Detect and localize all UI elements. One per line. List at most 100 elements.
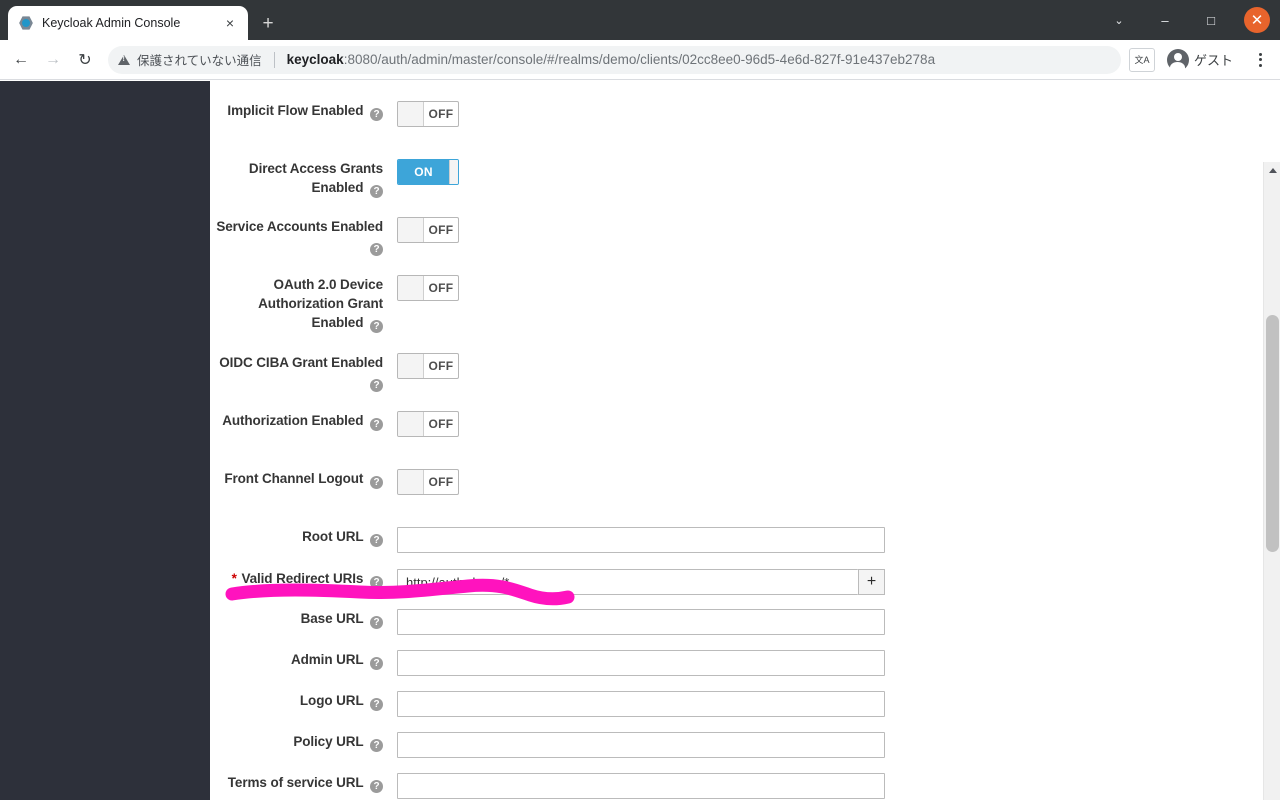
vertical-scrollbar[interactable] [1263,162,1280,800]
add-valid-redirect-uris-button[interactable]: + [858,569,885,595]
help-icon[interactable]: ? [370,476,383,489]
input-base-url[interactable] [397,609,885,635]
tab-title: Keycloak Admin Console [42,16,181,30]
scrollbar-thumb[interactable] [1266,315,1279,552]
control-root-url [397,527,1210,553]
chevron-down-icon[interactable]: ⌄ [1096,0,1142,40]
url-path: :8080/auth/admin/master/console/#/realms… [343,52,936,67]
help-icon[interactable]: ? [370,780,383,793]
keycloak-favicon [18,15,34,31]
form-row-oauth-device-authorization-grant-enabled: OAuth 2.0 Device Authorization Grant Ena… [210,275,1210,333]
input-admin-url[interactable] [397,650,885,676]
reload-button[interactable]: ↻ [70,45,100,75]
toggle-authorization-enabled[interactable]: OFF [397,411,459,437]
window-controls: ⌄ – □ ✕ [1096,0,1280,40]
toggle-handle [398,412,424,436]
close-window-button[interactable]: ✕ [1234,0,1280,40]
label-authorization-enabled: Authorization Enabled ? [210,411,397,431]
label-admin-url: Admin URL ? [210,650,397,670]
label-base-url: Base URL ? [210,609,397,629]
toggle-state-label: OFF [428,417,454,431]
help-icon[interactable]: ? [370,185,383,198]
profile-button[interactable]: ゲスト [1163,46,1244,74]
translate-icon[interactable]: 文A [1128,47,1155,72]
toggle-oauth-device-authorization-grant-enabled[interactable]: OFF [397,275,459,301]
back-button[interactable]: ← [6,45,36,75]
control-oauth-device-authorization-grant-enabled: OFF [397,275,1210,301]
form-row-base-url: Base URL ? [210,609,1210,639]
sidebar [0,81,210,800]
control-policy-url [397,732,1210,758]
toggle-handle [398,470,424,494]
label-valid-redirect-uris: * Valid Redirect URIs ? [210,569,397,589]
control-service-accounts-enabled: OFF [397,217,1210,243]
input-policy-url[interactable] [397,732,885,758]
client-settings-content: Implicit Flow Enabled ? OFF Direct Access … [210,81,1263,800]
toggle-state-label: OFF [428,223,454,237]
form-row-service-accounts-enabled: Service Accounts Enabled ? OFF [210,217,1210,256]
close-icon: ✕ [1244,7,1270,33]
maximize-button[interactable]: □ [1188,0,1234,40]
input-terms-of-service-url[interactable] [397,773,885,799]
help-icon[interactable]: ? [370,320,383,333]
minimize-button[interactable]: – [1142,0,1188,40]
help-icon[interactable]: ? [370,657,383,670]
control-logo-url [397,691,1210,717]
toggle-front-channel-logout[interactable]: OFF [397,469,459,495]
new-tab-button[interactable]: + [254,9,282,37]
browser-tab[interactable]: Keycloak Admin Console × [8,6,248,40]
security-status-text: 保護されていない通信 [137,54,262,68]
label-direct-access-grants-enabled: Direct Access Grants Enabled ? [248,161,383,198]
form-row-front-channel-logout: Front Channel Logout ? OFF [210,469,1210,499]
toggle-oidc-ciba-grant-enabled[interactable]: OFF [397,353,459,379]
toggle-handle [398,354,424,378]
control-front-channel-logout: OFF [397,469,1210,495]
form-row-root-url: Root URL ? [210,527,1210,557]
input-logo-url[interactable] [397,691,885,717]
url-text: keycloak:8080/auth/admin/master/console/… [287,52,935,67]
toggle-service-accounts-enabled[interactable]: OFF [397,217,459,243]
browser-toolbar: ← → ↻ 保護されていない通信 keycloak:8080/auth/admi… [0,40,1280,80]
forward-button: → [45,50,61,68]
input-root-url[interactable] [397,527,885,553]
toggle-direct-access-grants-enabled[interactable]: ON [397,159,459,185]
control-authorization-enabled: OFF [397,411,1210,437]
input-valid-redirect-uris[interactable] [397,569,858,595]
toggle-state-label: OFF [428,475,454,489]
help-icon[interactable]: ? [370,108,383,121]
address-bar[interactable]: 保護されていない通信 keycloak:8080/auth/admin/mast… [108,45,1121,74]
omnibox-divider [273,51,275,68]
close-icon[interactable]: × [220,13,240,33]
help-icon[interactable]: ? [370,243,383,256]
control-terms-of-service-url [397,773,1210,799]
form-row-admin-url: Admin URL ? [210,650,1210,680]
form-row-authorization-enabled: Authorization Enabled ? OFF [210,411,1210,441]
url-host: keycloak [286,52,344,67]
form-row-terms-of-service-url: Terms of service URL ? [210,773,1210,800]
label-policy-url: Policy URL ? [210,732,397,752]
browser-window: Keycloak Admin Console × + ⌄ – □ ✕ ← → ↻… [0,0,1280,800]
page-viewport: Implicit Flow Enabled ? OFF Direct Access … [0,81,1280,800]
help-icon[interactable]: ? [370,418,383,431]
help-icon[interactable]: ? [370,739,383,752]
profile-name: ゲスト [1193,53,1233,68]
label-terms-of-service-url: Terms of service URL ? [210,773,397,793]
toggle-state-label: OFF [428,107,454,121]
toggle-implicit-flow-enabled[interactable]: OFF [397,101,459,127]
label-oidc-ciba-grant-enabled: OIDC CIBA Grant Enabled ? [219,355,383,392]
scroll-up-button[interactable] [1264,162,1280,179]
help-icon[interactable]: ? [370,616,383,629]
help-icon[interactable]: ? [370,379,383,392]
toggle-state-label: OFF [428,281,454,295]
help-icon[interactable]: ? [370,698,383,711]
kebab-menu-icon[interactable] [1246,45,1274,75]
control-oidc-ciba-grant-enabled: OFF [397,353,1210,379]
client-settings-form: Implicit Flow Enabled ? OFF Direct Access … [210,81,1263,800]
toggle-handle [398,276,424,300]
help-icon[interactable]: ? [370,576,383,589]
toggle-handle [450,160,458,184]
toggle-state-label: ON [398,160,450,184]
label-oauth-device-authorization-grant-enabled: OAuth 2.0 Device Authorization Grant Ena… [258,277,383,333]
control-direct-access-grants-enabled: ON [397,159,1210,185]
help-icon[interactable]: ? [370,534,383,547]
